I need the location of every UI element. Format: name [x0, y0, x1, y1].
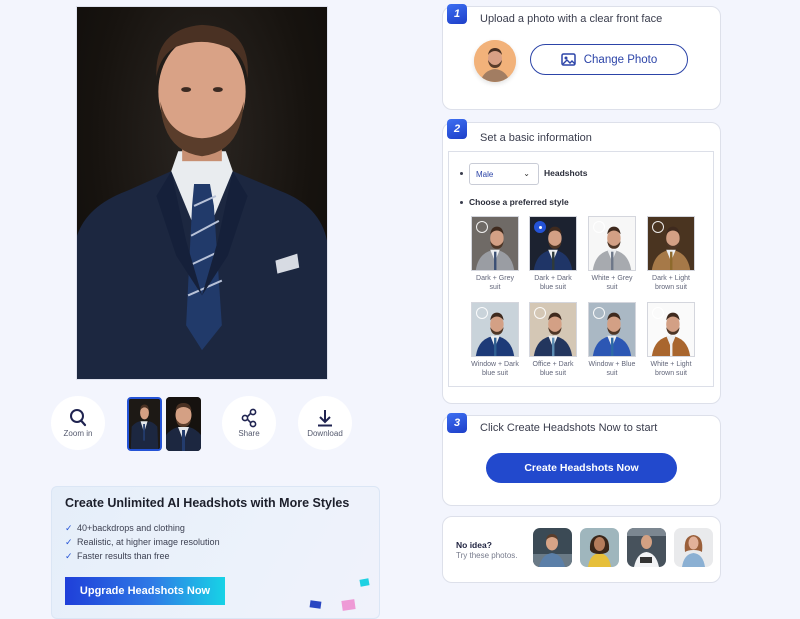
style-option[interactable]: White + Light brown suit	[647, 302, 697, 378]
sample-title: No idea?	[456, 540, 492, 550]
bullet	[460, 172, 463, 175]
style-radio[interactable]	[652, 221, 664, 233]
sample-photo-4[interactable]	[674, 528, 713, 567]
confetti-decoration	[341, 599, 356, 611]
style-thumbnail	[529, 302, 577, 357]
style-thumbnail	[529, 216, 577, 271]
promo-feature: ✓ Faster results than free	[65, 550, 170, 562]
zoom-in-icon	[70, 409, 87, 427]
step-2-title: Set a basic information	[480, 132, 592, 144]
style-option[interactable]: Window + Blue suit	[588, 302, 638, 378]
gender-select[interactable]: Male ⌄	[469, 163, 539, 185]
style-thumbnail	[588, 302, 636, 357]
sample-photo-3[interactable]	[627, 528, 666, 567]
change-photo-label: Change Photo	[583, 53, 658, 66]
style-radio[interactable]	[476, 307, 488, 319]
zoom-in-label: Zoom in	[63, 429, 93, 438]
style-option[interactable]: White + Grey suit	[588, 216, 638, 292]
chevron-down-icon: ⌄	[523, 169, 530, 178]
style-label: Dark + Dark blue suit	[534, 275, 572, 291]
sample-photo-1[interactable]	[533, 528, 572, 567]
sample-photo-2[interactable]	[580, 528, 619, 567]
change-photo-button[interactable]: Change Photo	[530, 44, 688, 75]
style-prompt: Choose a preferred style	[469, 197, 569, 207]
promo-feature: ✓ Realistic, at higher image resolution	[65, 536, 220, 548]
image-icon	[560, 53, 576, 66]
step-1-title: Upload a photo with a clear front face	[480, 13, 663, 25]
step-1-badge: 1	[447, 4, 467, 24]
sample-image	[580, 528, 619, 567]
style-radio[interactable]	[593, 221, 605, 233]
gender-select-value: Male	[476, 169, 494, 179]
confetti-decoration	[359, 578, 370, 587]
zoom-in-button[interactable]: Zoom in	[51, 396, 105, 450]
style-radio[interactable]	[534, 221, 546, 233]
thumbnail-image	[129, 399, 160, 449]
avatar-image	[474, 40, 516, 82]
style-thumbnail	[588, 216, 636, 271]
check-icon: ✓	[65, 536, 73, 547]
check-icon: ✓	[65, 550, 73, 561]
download-icon	[318, 410, 332, 427]
sample-image	[533, 528, 572, 567]
style-label: Window + Blue suit	[588, 361, 636, 377]
style-label: White + Light brown suit	[650, 361, 692, 377]
style-option[interactable]: Dark + Light brown suit	[647, 216, 697, 292]
create-headshots-button[interactable]: Create Headshots Now	[486, 453, 677, 483]
check-icon: ✓	[65, 522, 73, 533]
style-option[interactable]: Dark + Dark blue suit	[529, 216, 579, 292]
download-button[interactable]: Download	[298, 396, 352, 450]
style-option[interactable]: Office + Dark blue suit	[529, 302, 579, 378]
style-option[interactable]: Window + Dark blue suit	[471, 302, 521, 378]
upgrade-promo-card: Create Unlimited AI Headshots with More …	[51, 486, 380, 619]
style-radio[interactable]	[534, 307, 546, 319]
style-label: Window + Dark blue suit	[471, 361, 519, 377]
style-radio[interactable]	[476, 221, 488, 233]
download-label: Download	[307, 429, 343, 438]
style-label: White + Grey suit	[591, 275, 633, 291]
style-radio[interactable]	[652, 307, 664, 319]
step-2-badge: 2	[447, 119, 467, 139]
thumbnail-1[interactable]	[127, 397, 162, 451]
bullet	[460, 201, 463, 204]
style-option[interactable]: Dark + Grey suit	[471, 216, 521, 292]
share-button[interactable]: Share	[222, 396, 276, 450]
style-thumbnail	[471, 216, 519, 271]
thumbnail-image	[166, 397, 201, 451]
promo-feature: ✓ 40+backdrops and clothing	[65, 522, 185, 534]
style-thumbnail	[647, 302, 695, 357]
share-label: Share	[238, 429, 260, 438]
style-label: Office + Dark blue suit	[532, 361, 574, 377]
sample-subtitle: Try these photos.	[456, 551, 518, 560]
style-label: Dark + Light brown suit	[652, 275, 690, 291]
style-label: Dark + Grey suit	[476, 275, 514, 291]
sample-image	[627, 528, 666, 567]
step-3-title: Click Create Headshots Now to start	[480, 422, 658, 434]
headshots-label: Headshots	[544, 168, 588, 178]
style-radio[interactable]	[593, 307, 605, 319]
main-headshot-preview	[76, 6, 328, 380]
uploaded-photo-avatar	[474, 40, 516, 82]
thumbnail-2[interactable]	[166, 397, 201, 451]
step-3-badge: 3	[447, 413, 467, 433]
style-thumbnail	[471, 302, 519, 357]
share-icon	[241, 408, 257, 428]
headshot-image	[77, 24, 327, 379]
sample-image	[674, 528, 713, 567]
confetti-decoration	[309, 600, 322, 609]
upgrade-headshots-button[interactable]: Upgrade Headshots Now	[65, 577, 225, 605]
promo-feature-list: ✓ 40+backdrops and clothing ✓ Realistic, a…	[65, 521, 220, 563]
promo-title: Create Unlimited AI Headshots with More …	[65, 496, 350, 510]
style-thumbnail	[647, 216, 695, 271]
